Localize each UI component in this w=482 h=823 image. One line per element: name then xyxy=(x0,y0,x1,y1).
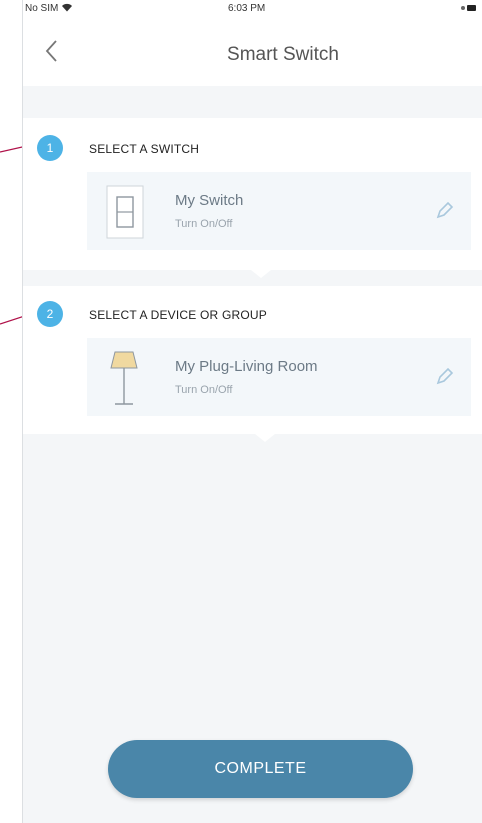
step-2-label: SELECT A DEVICE OR GROUP xyxy=(89,308,267,322)
complete-button[interactable]: COMPLETE xyxy=(108,740,413,798)
wifi-icon xyxy=(62,3,73,12)
select-switch-section: 1 SELECT A SWITCH My Switch Turn On/Off xyxy=(23,118,482,270)
battery-icon xyxy=(461,5,476,11)
status-bar: No SIM 6:03 PM xyxy=(23,0,482,18)
device-name: My Plug-Living Room xyxy=(175,358,318,375)
edit-pencil-icon[interactable] xyxy=(433,366,455,388)
clock: 6:03 PM xyxy=(228,3,266,14)
nav-bar: Smart Switch xyxy=(23,18,482,86)
section-pointer xyxy=(251,270,271,278)
device-card[interactable]: My Plug-Living Room Turn On/Off xyxy=(87,338,471,416)
device-action: Turn On/Off xyxy=(175,384,233,396)
phone-screen: No SIM 6:03 PM Smart Switch 1 SELECT A S… xyxy=(22,0,482,823)
step-1-label: SELECT A SWITCH xyxy=(89,142,200,156)
switch-name: My Switch xyxy=(175,192,244,209)
carrier-label: No SIM xyxy=(25,3,73,14)
select-device-section: 2 SELECT A DEVICE OR GROUP My Plug-Livin… xyxy=(23,286,482,434)
edit-pencil-icon[interactable] xyxy=(433,200,455,222)
switch-icon xyxy=(106,185,144,239)
page-title: Smart Switch xyxy=(227,44,339,65)
switch-action: Turn On/Off xyxy=(175,218,233,230)
section-pointer xyxy=(255,434,275,442)
step-2-badge: 2 xyxy=(37,301,63,327)
switch-card[interactable]: My Switch Turn On/Off xyxy=(87,172,471,250)
step-1-badge: 1 xyxy=(37,135,63,161)
lamp-icon xyxy=(110,351,138,405)
